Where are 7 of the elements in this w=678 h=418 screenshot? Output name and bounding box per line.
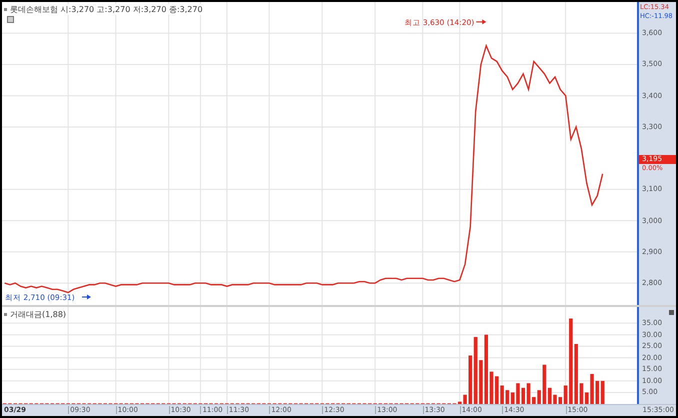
arrow-icon [476, 19, 486, 24]
bullet-icon [4, 8, 7, 11]
volume-label: 거래대금(1,88) [10, 309, 66, 320]
table-icon[interactable] [7, 16, 14, 23]
arrow-icon [82, 294, 91, 300]
stock-quote-title: 롯데손해보험 시:3,270 고:3,270 저:3,270 종:3,270 [10, 4, 203, 15]
bullet-icon [4, 313, 7, 316]
